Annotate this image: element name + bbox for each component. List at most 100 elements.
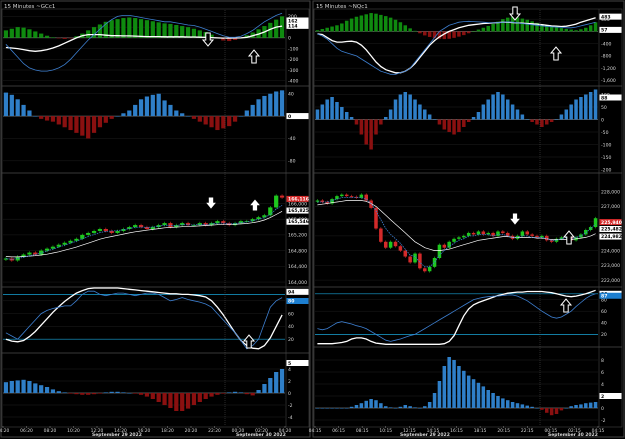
nq-histo-bar (374, 400, 378, 408)
gc-histo-bar (262, 384, 267, 393)
gc-macd-hist-bar (21, 27, 26, 38)
nq-price-candle-body (359, 194, 364, 198)
gc-histo-bar (21, 379, 26, 393)
nq-price-candle-body (398, 246, 403, 251)
gc-histo-bar (133, 393, 138, 394)
gc-histo-bar (150, 393, 155, 399)
gc-price-candle-body (27, 252, 32, 255)
nq-volume-osc-bar (486, 99, 490, 120)
gc-macd-hist-bar (15, 27, 20, 38)
gc-price-value-badge-text: 165,546 (288, 219, 309, 225)
gc-price-candle-body (138, 225, 144, 228)
nq-histo-bar (349, 406, 354, 408)
gc-volume-osc-bar (121, 113, 126, 117)
nq-macd-hist-bar (579, 29, 583, 32)
nq-price-candle-body (462, 235, 466, 238)
nq-volume-osc-bar (427, 114, 432, 120)
gc-histo-bar (39, 385, 44, 393)
gc-histo-bar (74, 393, 79, 395)
gc-volume-osc-bar (86, 116, 91, 139)
nq-macd-hist-bar (569, 29, 573, 32)
nq-price-candle-body (315, 200, 320, 202)
gc-histo-bar (180, 393, 185, 411)
nq-macd-hist-bar (486, 25, 490, 32)
gc-histo-bar (156, 393, 161, 402)
right-time-axis-tick-label: 22:15 (521, 428, 534, 434)
gc-macd-hist-bar (162, 23, 167, 38)
nq-volume-osc-bar (393, 99, 398, 120)
gc-macd-tick-label: -100 (288, 46, 299, 52)
gc-macd-hist-bar (168, 23, 173, 38)
gc-histo-tick-label: 2 (288, 379, 291, 385)
gc-volume-osc-bar (215, 116, 220, 131)
gc-macd-hist-bar (68, 37, 73, 39)
nq-price-candle-body (344, 194, 349, 197)
gc-volume-osc-bar (62, 116, 67, 128)
nq-macd-hist-bar (349, 18, 354, 32)
gc-histo-bar (185, 393, 191, 409)
left-time-axis-tick-label: 04:20 (0, 428, 10, 434)
nq-price-candle-body (418, 253, 422, 269)
gc-price-candle-body (115, 230, 120, 233)
gc-price-value-badge-text: 166,116 (288, 197, 309, 203)
gc-volume-osc-bar (50, 116, 56, 122)
gc-macd-tick-label: -400 (288, 79, 299, 85)
left-time-axis-tick-label: 00:20 (232, 428, 245, 434)
gc-histo-bar (209, 393, 214, 397)
gc-volume-osc-bar (127, 110, 132, 117)
gc-volume-osc-bar (168, 104, 173, 117)
gc-stoch-value-badge-text: 94 (288, 290, 294, 296)
nq-macd-hist-bar (466, 31, 471, 34)
nq-volume-osc-bar (481, 104, 486, 120)
nq-histo-bar (535, 408, 539, 409)
left-time-axis-tick-label: 22:20 (208, 428, 221, 434)
gc-volume-osc-bar (91, 116, 97, 133)
gc-macd-hist-bar (150, 21, 155, 38)
nq-price-candle-body (403, 250, 408, 257)
nq-macd-hist-bar (525, 19, 530, 32)
nq-histo-bar (520, 404, 525, 408)
left-time-axis-tick-label: 04:20 (279, 428, 292, 434)
gc-price-candle-body (91, 230, 97, 233)
nq-volume-osc-bar (593, 89, 598, 120)
gc-histo-bar (50, 389, 56, 393)
gc-histo-bar (68, 393, 73, 394)
nq-volume-osc-bar (354, 119, 359, 125)
gc-volume-osc-bar (185, 116, 191, 117)
nq-macd-hist-bar (462, 31, 466, 36)
nq-price-tick-label: 224,000 (601, 248, 620, 254)
nq-histo-bar (369, 399, 373, 408)
nq-histo-bar (540, 408, 544, 410)
gc-volume-osc-bar (74, 116, 79, 133)
nq-histo-bar (315, 408, 320, 409)
right-time-axis-tick-label: 04:15 (309, 428, 322, 434)
gc-price-tick-label: 164,400 (288, 264, 307, 270)
nq-price-candle-body (457, 237, 461, 239)
gc-volume-osc-bar (97, 116, 103, 128)
gc-volume-osc-bar (9, 94, 14, 117)
nq-volume-osc-bar (535, 119, 539, 125)
gc-price-tick-label: 165,200 (288, 233, 307, 239)
nq-volume-osc-bar (442, 119, 447, 130)
nq-macd-hist-bar (427, 31, 432, 37)
nq-histo-bar (393, 408, 398, 409)
nq-volume-osc-bar (579, 97, 583, 120)
nq-volume-osc-bar (540, 119, 544, 127)
gc-histo-bar (121, 392, 126, 393)
right-time-axis-tick-label: 16:15 (450, 428, 463, 434)
gc-price-candle-body (62, 242, 67, 245)
nq-histo-bar (549, 408, 554, 416)
gc-price-candle-body (133, 225, 138, 228)
gc-histo-bar (109, 391, 114, 393)
nq-price-value-badge-text: 224,982 (601, 234, 622, 240)
nq-macd-hist-bar (476, 29, 481, 32)
gc-histo-tick-label: -4 (288, 415, 293, 421)
nq-histo-bar (593, 402, 598, 408)
nq-price-tick-label: 222,000 (601, 278, 620, 284)
gc-histo-tick-label: 4 (288, 367, 291, 373)
gc-macd-hist-bar (97, 24, 103, 38)
nq-macd-hist-bar (574, 30, 578, 32)
nq-macd-tick-label: -1,600 (601, 78, 616, 84)
nq-macd-hist-bar (393, 19, 398, 32)
gc-volume-osc-tick-label: -40 (288, 136, 296, 142)
